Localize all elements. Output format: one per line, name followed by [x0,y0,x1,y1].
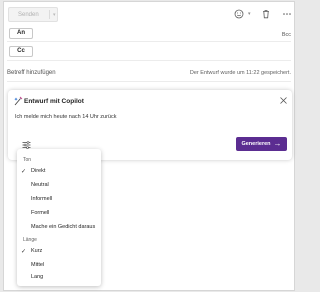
checkmark-icon: ✓ [21,169,27,175]
tone-options-icon[interactable] [22,141,31,149]
divider [7,41,291,42]
arrow-right-icon: → [273,139,282,148]
smiley-icon[interactable] [234,9,244,19]
to-button[interactable]: An [9,28,33,39]
menu-item-lang[interactable]: Lang [31,274,99,284]
tone-section-header: Ton [23,157,32,163]
trash-icon[interactable] [261,9,271,19]
menu-item-mittel[interactable]: Mittel [31,262,99,272]
length-section-header: Länge [23,237,37,243]
cc-button[interactable]: Cc [9,46,33,57]
menu-item-label: Lang [31,274,44,280]
divider [7,60,291,61]
send-button[interactable]: Senden ▾ [8,7,58,22]
menu-item-label: Kurz [31,248,43,254]
checkmark-icon: ✓ [21,249,27,255]
send-split-divider [49,10,50,19]
copilot-title: Entwurf mit Copilot [24,98,84,105]
menu-item-label: Mittel [31,262,45,268]
send-button-label: Senden [18,11,39,18]
menu-item-label: Mache ein Gedicht daraus [31,224,96,230]
copilot-prompt-input[interactable]: Ich melde mich heute nach 14 Uhr zurück [15,114,117,120]
generate-button-label: Generieren [241,141,271,147]
tone-length-menu: Ton Direkt ✓ Neutral Informell Formell M… [17,149,101,286]
send-options-chevron-icon[interactable]: ▾ [53,12,56,18]
bcc-button[interactable]: Bcc [282,32,291,38]
menu-item-neutral[interactable]: Neutral [31,182,99,192]
menu-item-label: Formell [31,210,50,216]
menu-item-kurz[interactable]: Kurz [31,248,99,258]
menu-item-formell[interactable]: Formell [31,210,99,220]
draft-status-text: Der Entwurf wurde um 11:22 gespeichert. [189,70,291,76]
menu-item-label: Informell [31,196,53,202]
menu-item-label: Direkt [31,168,46,174]
more-icon[interactable] [282,9,292,19]
menu-item-informell[interactable]: Informell [31,196,99,206]
generate-button[interactable]: Generieren → [236,137,287,151]
close-icon[interactable] [280,97,287,104]
divider [7,81,291,82]
smiley-chevron-down-icon[interactable]: ▾ [248,11,251,17]
menu-item-label: Neutral [31,182,49,188]
copilot-pen-icon [14,96,23,106]
subject-input[interactable]: Betreff hinzufügen [7,70,56,76]
menu-item-direkt[interactable]: Direkt [31,168,99,178]
menu-item-gedicht[interactable]: Mache ein Gedicht daraus [31,224,99,234]
